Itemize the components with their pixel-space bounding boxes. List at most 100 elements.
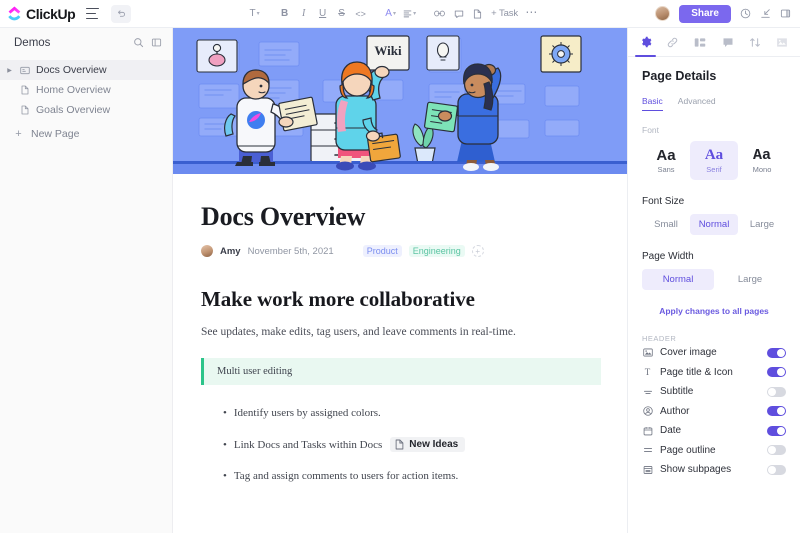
hamburger-icon[interactable] [86,8,100,19]
toggle-date[interactable] [767,426,786,436]
page-icon [19,85,30,95]
sidebar-new-page-label: New Page [31,128,79,140]
chevron-right-icon[interactable]: ▶ [6,67,13,74]
toggle-page-title[interactable] [767,367,786,377]
subtab-advanced[interactable]: Advanced [678,96,716,111]
toolbar-code[interactable]: <> [352,4,369,24]
document-content: Docs Overview Amy November 5th, 2021 Pro… [173,174,627,482]
comment-icon [454,9,464,19]
font-sample: Aa [656,148,675,163]
bullet-dot-icon: • [223,470,227,482]
avatar[interactable] [655,6,670,21]
font-sample: Aa [753,148,771,163]
toggle-show-subpages[interactable] [767,465,786,475]
tag-product[interactable]: Product [363,245,402,257]
header-section-label: HEADER [642,334,786,343]
subtab-basic[interactable]: Basic [642,96,663,111]
history-clock-icon[interactable] [740,8,751,19]
share-button[interactable]: Share [679,5,731,23]
toolbar-strikethrough[interactable]: S [333,4,350,24]
toggle-author[interactable] [767,406,786,416]
tab-cover[interactable] [769,28,796,56]
font-size-small[interactable]: Small [642,214,690,235]
toggle-subtitle[interactable] [767,387,786,397]
svg-text:Wiki: Wiki [374,43,402,58]
document-date[interactable]: November 5th, 2021 [248,246,334,257]
link-icon [434,9,445,18]
page-title[interactable]: Docs Overview [201,202,627,232]
page-icon [395,439,404,450]
tab-relationships[interactable] [659,28,686,56]
font-option-serif[interactable]: Aa Serif [690,141,738,180]
toggle-row-page-outline: Page outline [642,441,786,461]
sidebar-item-label: Home Overview [36,84,111,96]
apply-to-all-pages-link[interactable]: Apply changes to all pages [642,306,786,316]
toolbar-text-color[interactable]: A▾ [382,4,399,24]
toolbar-page[interactable] [469,4,486,24]
author-avatar[interactable] [201,245,213,257]
font-option-mono[interactable]: Aa Mono [738,141,786,180]
sidebar-collapse-icon[interactable] [151,37,162,48]
page-width-label: Page Width [642,251,786,262]
document-area: Wiki [173,28,627,533]
font-size-label: Font Size [642,196,786,207]
tab-sort[interactable] [741,28,768,56]
page-width-normal[interactable]: Normal [642,269,714,290]
toggle-cover-image[interactable] [767,348,786,358]
toggle-page-outline[interactable] [767,445,786,455]
top-bar: ClickUp T▾ B I U S <> A▾ ▾ [0,0,800,28]
top-bar-right: Share [655,5,800,23]
font-sample: Aa [705,148,723,163]
tab-settings[interactable] [632,28,659,56]
toggle-row-author: Author [642,402,786,422]
add-tag-icon[interactable]: + [472,245,484,257]
callout-block[interactable]: Multi user editing [201,358,601,385]
toggle-label: Page title & Icon [660,367,760,378]
panel-title: Page Details [642,69,786,83]
bullet-dot-icon: • [223,407,227,419]
toolbar-more[interactable]: ⋯ [523,4,540,24]
sidebar-item-home-overview[interactable]: Home Overview [0,80,172,100]
font-size-normal[interactable]: Normal [690,214,738,235]
toggle-label: Author [660,406,760,417]
toolbar-add-task[interactable]: + Task [488,4,521,24]
list-item: • Link Docs and Tasks within Docs New Id… [201,437,627,452]
toolbar-align[interactable]: ▾ [401,4,418,24]
body: Demos ▶ [0,28,800,533]
panel-toggle-icon[interactable] [780,8,791,19]
toolbar-underline[interactable]: U [314,4,331,24]
tag-list: Product Engineering + [363,245,484,257]
brand[interactable]: ClickUp [0,6,78,22]
toolbar-link[interactable] [431,4,448,24]
page-icon [473,9,482,19]
sidebar-item-goals-overview[interactable]: Goals Overview [0,100,172,120]
sidebar-item-docs-overview[interactable]: ▶ Docs Overview [0,60,172,80]
cover-image[interactable]: Wiki [173,28,627,174]
task-chip-new-ideas[interactable]: New Ideas [390,437,465,452]
toolbar-italic[interactable]: I [295,4,312,24]
tag-engineering[interactable]: Engineering [409,245,465,257]
sidebar: Demos ▶ [0,28,173,533]
search-icon[interactable] [133,37,144,48]
undo-arrow-icon[interactable] [111,5,131,23]
font-group-label: Font [642,125,786,135]
toolbar-comment[interactable] [450,4,467,24]
toggle-row-page-title: T Page title & Icon [642,363,786,383]
font-size-large[interactable]: Large [738,214,786,235]
tab-comments[interactable] [714,28,741,56]
tab-layout[interactable] [687,28,714,56]
page-width-large[interactable]: Large [714,269,786,290]
toggle-row-show-subpages: Show subpages [642,460,786,480]
toggle-label: Show subpages [660,464,760,475]
toolbar-bold[interactable]: B [276,4,293,24]
font-option-label: Mono [753,165,772,174]
font-option-label: Sans [657,165,674,174]
right-panel: Page Details Basic Advanced Font Aa Sans… [627,28,800,533]
collapse-icon[interactable] [760,8,771,19]
list-item-text: Link Docs and Tasks within Docs [234,439,382,451]
sidebar-new-page-button[interactable]: + New Page [0,124,172,144]
font-size-options: Small Normal Large [642,214,786,235]
toolbar-text-style[interactable]: T▾ [246,4,263,24]
list-item-text: Tag and assign comments to users for act… [234,470,458,482]
font-option-sans[interactable]: Aa Sans [642,141,690,180]
